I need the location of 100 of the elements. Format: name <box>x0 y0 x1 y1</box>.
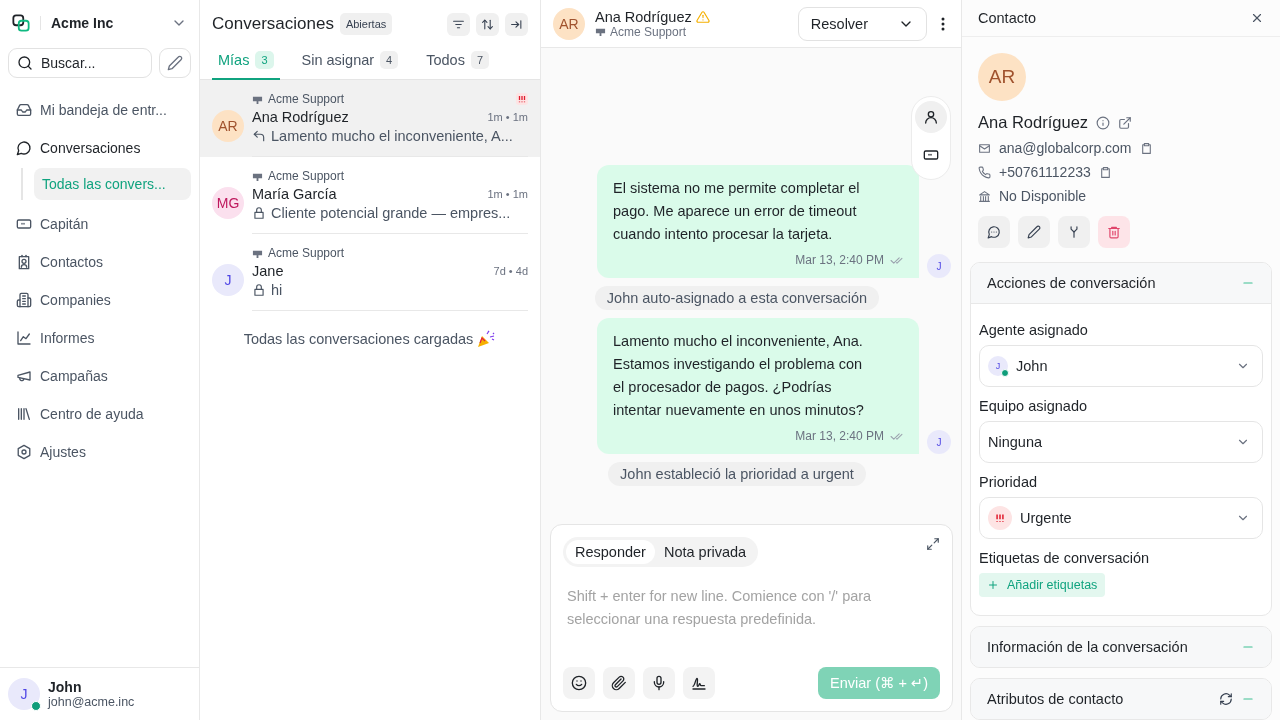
sidebar-item[interactable]: Contactos <box>8 244 191 280</box>
compose-button[interactable] <box>159 48 191 78</box>
field-label: Agente asignado <box>979 322 1089 338</box>
warning-icon <box>695 9 710 24</box>
field-label: Prioridad <box>979 474 1039 490</box>
copy-button[interactable] <box>1098 165 1112 179</box>
agent-avatar: J <box>927 430 951 454</box>
conversation-item[interactable]: J Acme Support Jane 7d • 4d hi <box>200 234 540 311</box>
sidebar-item[interactable]: Mi bandeja de entr... <box>8 92 191 128</box>
message-preview: hi <box>271 282 283 298</box>
arrow-to-line-icon <box>510 17 523 31</box>
signature-icon <box>691 675 707 691</box>
contact-name: Ana Rodríguez <box>978 113 1089 132</box>
message-preview: Cliente potencial grande — empres... <box>271 205 511 221</box>
contact-name: Jane <box>252 263 285 279</box>
merge-button[interactable] <box>1058 216 1090 248</box>
list-title: Conversaciones <box>212 14 334 34</box>
trash-icon <box>1107 225 1121 239</box>
microphone-icon <box>651 675 667 691</box>
collapse-button[interactable] <box>505 12 528 36</box>
phone-icon <box>978 165 991 179</box>
emoji-button[interactable] <box>563 667 595 699</box>
conversation-item[interactable]: AR Acme Support Ana Rodríguez 1m • 1m Lamento mucho el inconveniente, A... <box>200 80 540 157</box>
conversation-item[interactable]: MG Acme Support María García 1m • 1m Cliente potencial grande — empres... <box>200 157 540 234</box>
building-columns-icon <box>978 189 991 203</box>
contact-phone: +50761112233 <box>999 164 1091 180</box>
more-vertical-icon <box>941 16 945 31</box>
resolve-button[interactable]: Resolver <box>797 6 927 41</box>
expand-icon <box>926 537 940 551</box>
search-field[interactable]: Buscar... <box>8 48 152 78</box>
pencil-icon <box>167 55 183 71</box>
copy-button[interactable] <box>1139 141 1153 155</box>
external-link-icon <box>1118 115 1133 130</box>
sidebar-item[interactable]: Informes <box>8 320 191 356</box>
status-filter[interactable]: Abiertas <box>339 13 393 35</box>
panel-title: Contacto <box>978 10 1038 26</box>
field-label: Equipo asignado <box>979 398 1089 414</box>
user-name: John <box>48 679 83 695</box>
attach-button[interactable] <box>603 667 635 699</box>
agent-avatar: J <box>927 254 951 278</box>
filter-button[interactable] <box>447 12 470 36</box>
list-end-message: Todas las conversaciones cargadas <box>243 331 474 347</box>
new-message-button[interactable] <box>978 216 1010 248</box>
search-input[interactable]: Buscar... <box>41 55 141 71</box>
section-header[interactable]: Acciones de conversación <box>971 263 1271 303</box>
party-popper-icon <box>476 329 497 349</box>
contact-card-icon <box>16 254 32 270</box>
delete-button[interactable] <box>1098 216 1130 248</box>
sidebar-item[interactable]: Centro de ayuda <box>8 396 191 432</box>
contact-panel-button[interactable] <box>915 101 947 133</box>
message-preview: Lamento mucho el inconveniente, A... <box>271 128 513 144</box>
contact-company: No Disponible <box>999 188 1087 204</box>
sidebar-item[interactable]: Capitán <box>8 206 191 242</box>
message-time: Mar 13, 2:40 PM <box>795 428 884 444</box>
contact-avatar: J <box>212 264 244 296</box>
user-avatar: J <box>8 678 40 710</box>
priority-select[interactable]: Urgente <box>979 497 1263 539</box>
user-email: john@acme.inc <box>48 695 135 709</box>
conversation-time: 7d • 4d <box>493 265 528 277</box>
chat-bubble-icon <box>16 140 32 156</box>
filter-tab[interactable]: Sin asignar 4 <box>295 50 405 80</box>
bot-icon <box>923 147 939 163</box>
message-text: El sistema no me permite completar el pago. Me aparece un error de timeout cuando intento procesar la tarjeta. <box>613 179 861 244</box>
contact-name: Ana Rodríguez <box>595 8 692 25</box>
smiley-icon <box>571 675 587 691</box>
building-icon <box>16 292 32 308</box>
signature-button[interactable] <box>683 667 715 699</box>
inbox-name: Acme Support <box>268 246 345 260</box>
line-chart-icon <box>16 330 32 346</box>
voice-button[interactable] <box>643 667 675 699</box>
inbox-name: Acme Support <box>610 24 687 39</box>
sidebar-item[interactable]: Conversaciones <box>8 130 191 166</box>
sort-button[interactable] <box>476 12 499 36</box>
section-header[interactable]: Información de la conversación <box>971 627 1271 667</box>
sidebar-item[interactable]: Companies <box>8 282 191 318</box>
logo-icon <box>12 14 30 32</box>
reply-box[interactable]: Responder Nota privada Shift + enter for new line. Comience con '/' para seleccionar una respuesta predefinida. Enviar (⌘ + ↵) <box>550 524 953 712</box>
paperclip-icon <box>611 675 627 691</box>
sidebar-item[interactable]: Ajustes <box>8 434 191 470</box>
reply-mode-tab[interactable]: Nota privada <box>654 540 756 564</box>
settings-icon <box>16 444 32 460</box>
section-header[interactable]: Atributos de contacto <box>971 679 1271 719</box>
contact-email: ana@globalcorp.com <box>999 140 1132 156</box>
team-select[interactable]: Ninguna <box>979 421 1263 463</box>
filter-tab[interactable]: Todos 7 <box>420 50 496 80</box>
sidebar-item[interactable]: Campañas <box>8 358 191 394</box>
lock-icon <box>252 206 266 220</box>
conversation-time: 1m • 1m <box>487 111 528 123</box>
close-button[interactable] <box>1250 11 1264 25</box>
agent-select[interactable]: J John <box>979 345 1263 387</box>
merge-icon <box>1067 225 1081 239</box>
reply-mode-tab[interactable]: Responder <box>566 540 655 564</box>
contact-avatar: AR <box>553 7 585 40</box>
megaphone-icon <box>16 368 32 384</box>
edit-button[interactable] <box>1018 216 1050 248</box>
message-time: Mar 13, 2:40 PM <box>795 252 884 268</box>
message-text: Lamento mucho el inconveniente, Ana. Estamos investigando el problema con el procesador de pagos. ¿Podrías intentar nuevamente en unos minutos? <box>613 332 865 420</box>
expand-button[interactable] <box>926 537 940 551</box>
books-icon <box>16 406 32 422</box>
search-icon <box>17 55 33 71</box>
